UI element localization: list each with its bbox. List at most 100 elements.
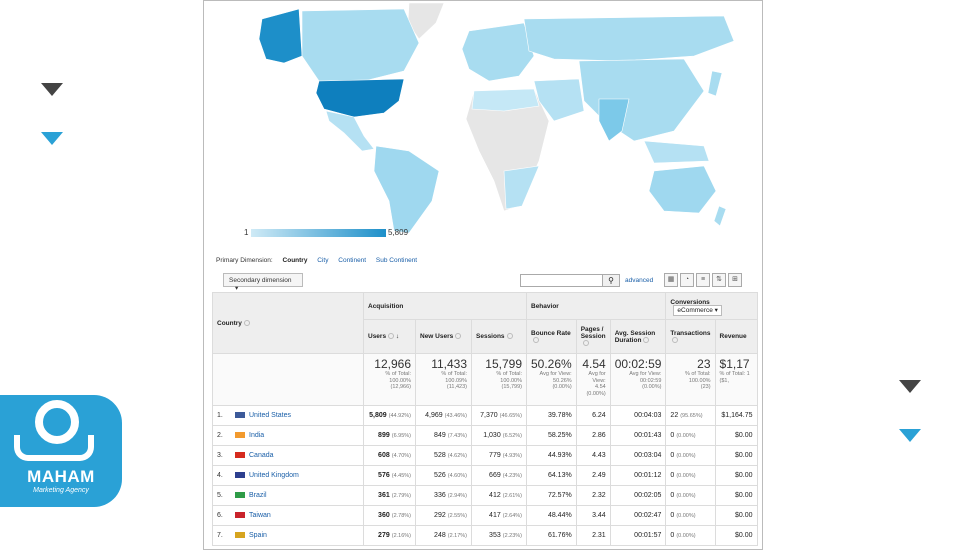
flag-icon [235,432,245,439]
cell-transactions: 22 (95.65%) [665,405,716,426]
flag-icon [235,532,245,539]
col-country-label: Country [217,319,242,327]
country-link[interactable]: Spain [249,532,267,539]
help-icon[interactable] [243,319,250,326]
cell-country: 4. United Kingdom [212,465,364,486]
search-icon[interactable]: ⚲ [602,274,620,287]
cell-new-users: 248 (2.17%) [415,525,472,546]
data-table: Country Acquisition Behavior Conversions… [212,292,758,546]
table-view-icon[interactable]: ▦ [664,273,678,287]
col-sessions-header[interactable]: Sessions [471,319,527,354]
advanced-link[interactable]: advanced [625,277,653,284]
group-behavior: Behavior [525,292,667,320]
help-icon[interactable] [388,333,395,340]
flag-icon [235,512,245,519]
cell-bounce: 44.93% [526,445,577,466]
primary-dimension-bar: Primary Dimension: Country City Continen… [216,257,425,264]
cell-transactions: 0 (0.00%) [665,505,716,526]
help-icon[interactable] [582,340,589,347]
cell-revenue: $0.00 [714,445,758,466]
pivot-view-icon[interactable]: ⊞ [728,273,742,287]
users-value: 576 [378,472,390,479]
country-link[interactable]: Brazil [249,492,267,499]
cell-users: 361 (2.79%) [363,485,416,506]
total-sessions-value: 15,799 [485,357,522,371]
cell-new-users: 292 (2.55%) [415,505,472,526]
new-users-pct: (7.43%) [447,433,467,439]
total-sessions: 15,799% of Total: 100.00% (15,799) [471,353,527,406]
ecommerce-dropdown[interactable]: eCommerce ▾ [673,304,722,316]
col-pages-header[interactable]: Pages / Session [575,319,611,354]
cell-new-users: 336 (2.94%) [415,485,472,506]
table-row[interactable]: 4. United Kingdom 576 (4.45%) 526 (4.60%) 669 (… [212,465,758,486]
legend-max: 5,809 [388,228,409,237]
secondary-dimension-label: Secondary dimension [229,277,292,284]
help-icon[interactable] [533,336,539,343]
cell-sessions: 417 (2.64%) [471,505,527,526]
legend-gradient-bar [251,229,386,237]
table-row[interactable]: 2. India 899 (6.95%) 849 (7.43%) 1,030 (6.52%) 5… [212,425,758,446]
table-row[interactable]: 6. Taiwan 360 (2.78%) 292 (2.55%) 417 (2.64%) 48… [212,505,758,526]
dimension-current[interactable]: Country [283,257,308,264]
users-value: 608 [378,452,390,459]
col-transactions-header[interactable]: Transactions [665,319,716,354]
cell-users: 576 (4.45%) [363,465,416,486]
total-bounce: 50.26% Avg for View: 50.26% (0.00%) [526,353,577,406]
col-users-header[interactable]: Users ↓ [363,319,416,354]
transactions-value: 0 [670,532,675,539]
help-icon[interactable] [455,333,462,340]
table-row[interactable]: 3. Canada 608 (4.70%) 528 (4.62%) 779 (4.93%) 44… [212,445,758,466]
pie-view-icon[interactable]: ◔ [680,273,694,287]
flag-icon [235,412,245,419]
dimension-link-sub-continent[interactable]: Sub Continent [376,257,417,264]
cell-duration: 00:02:47 [609,505,667,526]
country-link[interactable]: Taiwan [249,512,271,519]
cell-sessions: 353 (2.23%) [471,525,527,546]
cell-pages: 3.44 [575,505,611,526]
country-link[interactable]: United Kingdom [249,472,299,479]
performance-view-icon[interactable]: ≡ [696,273,710,287]
col-revenue-header[interactable]: Revenue [714,319,758,354]
col-duration-label: Avg. Session Duration [614,329,656,344]
cell-new-users: 526 (4.60%) [415,465,472,486]
new-users-value: 849 [434,432,446,439]
dimension-link-city[interactable]: City [317,257,328,264]
sessions-value: 669 [489,472,501,479]
country-link[interactable]: Canada [249,452,274,459]
cell-pages: 6.24 [575,405,611,426]
transactions-pct: (0.00%) [676,533,696,539]
transactions-value: 0 [670,472,675,479]
col-duration-header[interactable]: Avg. Session Duration [609,319,667,354]
transactions-pct: (0.00%) [676,473,696,479]
cell-transactions: 0 (0.00%) [665,465,716,486]
group-acquisition: Acquisition [363,292,527,320]
table-row[interactable]: 5. Brazil 361 (2.79%) 336 (2.94%) 412 (2.61%) 72… [212,485,758,506]
world-map: 1 5,809 [204,1,762,246]
secondary-dimension-dropdown[interactable]: Secondary dimension ▾ [223,273,303,292]
cell-bounce: 48.44% [526,505,577,526]
help-icon[interactable] [506,333,513,340]
col-revenue-label: Revenue [719,333,747,340]
dimension-link-continent[interactable]: Continent [338,257,366,264]
totals-row: 12,966% of Total: 100.00% (12,966) 11,433%… [212,353,758,406]
sort-arrow-icon[interactable]: ↓ [396,333,399,340]
cell-country: 1. United States [212,405,364,426]
col-new-users-header[interactable]: New Users [415,319,472,354]
comparison-view-icon[interactable]: ⇅ [712,273,726,287]
table-row[interactable]: 1. United States 5,809 (44.92%) 4,969 (43.46%… [212,405,758,426]
help-icon[interactable] [672,336,679,343]
users-pct: (2.78%) [391,513,411,519]
cell-country: 5. Brazil [212,485,364,506]
country-link[interactable]: India [249,432,264,439]
cell-country: 6. Taiwan [212,505,364,526]
sessions-pct: (46.65%) [499,413,522,419]
table-row[interactable]: 7. Spain 279 (2.16%) 248 (2.17%) 353 (2.23%) 61.… [212,525,758,546]
col-country-header[interactable]: Country [212,292,364,354]
map-region-southeast-asia [643,140,710,164]
sessions-value: 1,030 [483,432,501,439]
triangle-dark-icon [41,83,63,96]
row-rank: 3. [217,452,223,459]
help-icon[interactable] [643,336,650,343]
country-link[interactable]: United States [249,412,291,419]
col-bounce-header[interactable]: Bounce Rate [526,319,577,354]
